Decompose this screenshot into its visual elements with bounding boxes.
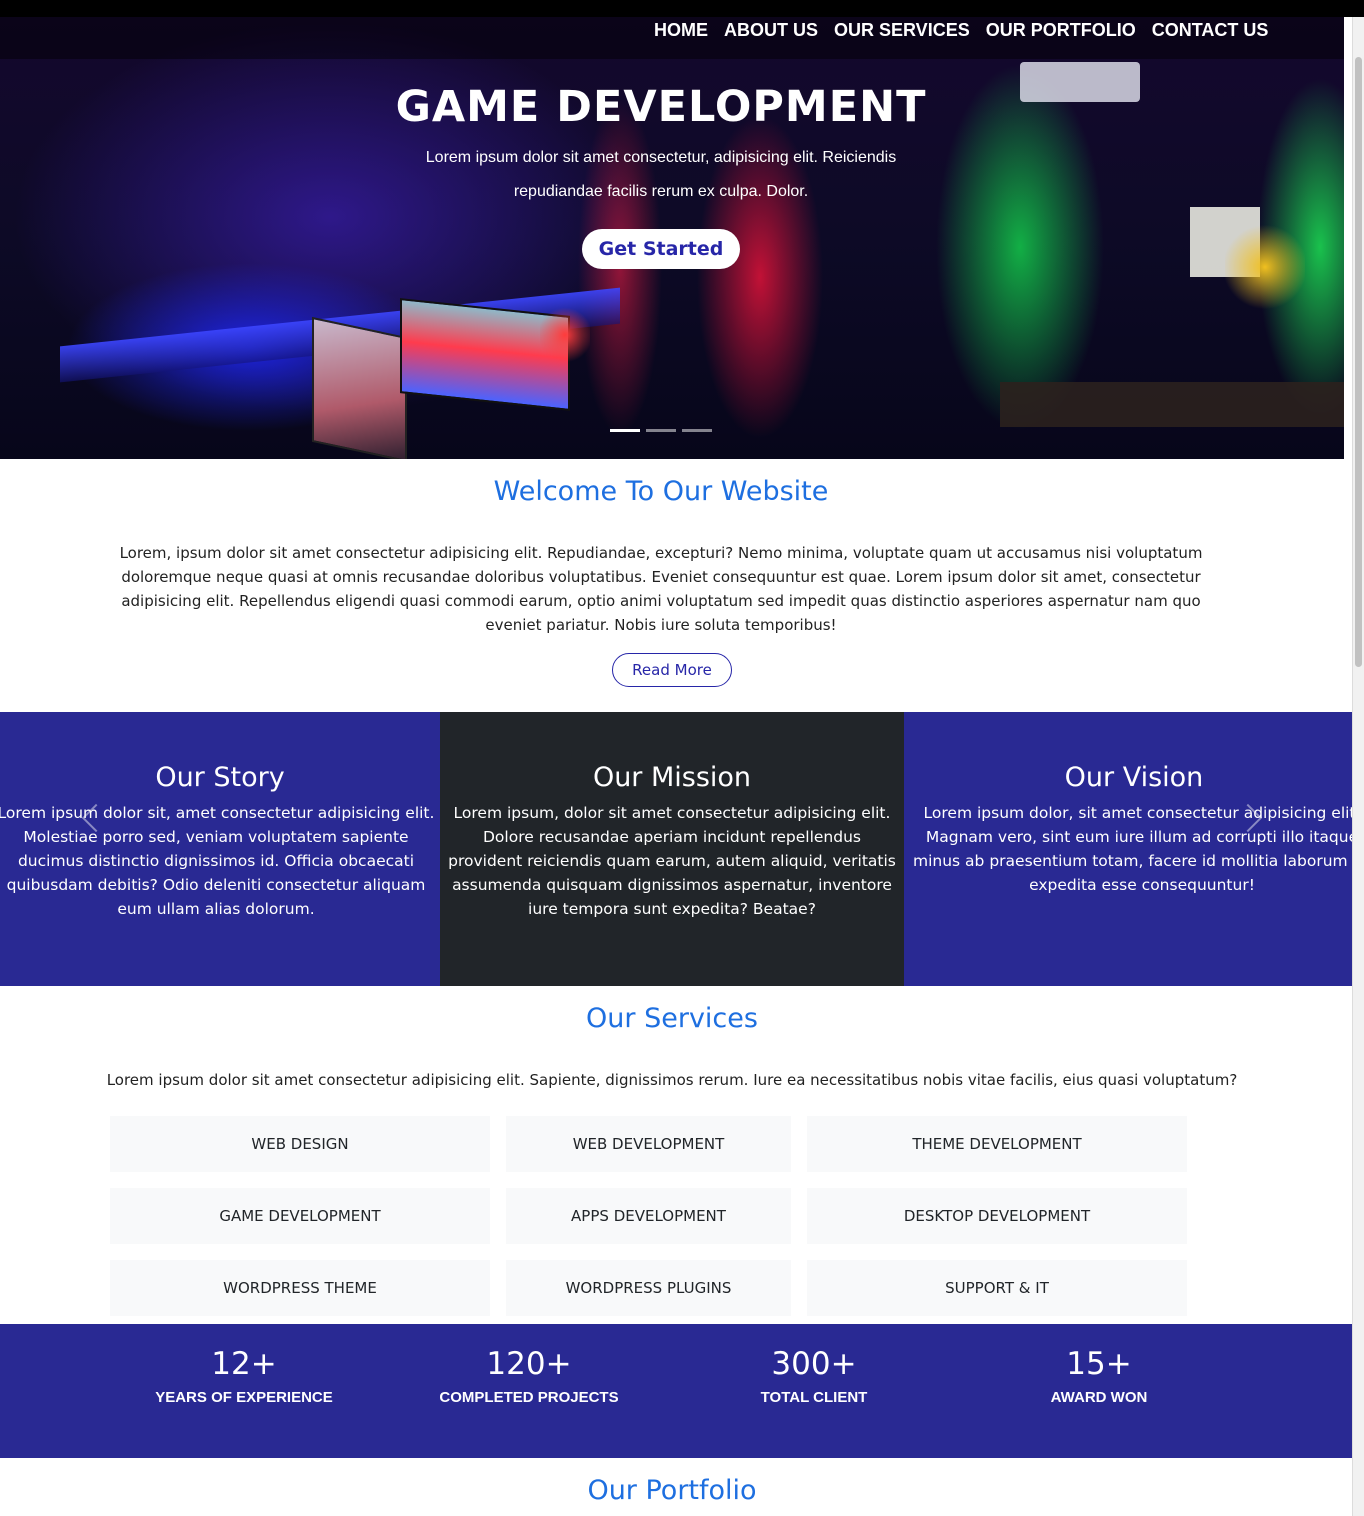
get-started-button[interactable]: Get Started [582, 229, 740, 269]
our-mission-text: Lorem ipsum, dolor sit amet consectetur … [448, 804, 896, 918]
our-story-text: Lorem ipsum dolor sit, amet consectetur … [0, 804, 435, 918]
service-wordpress-plugins[interactable]: WORDPRESS PLUGINS [506, 1260, 791, 1316]
service-web-design[interactable]: WEB DESIGN [110, 1116, 490, 1172]
welcome-title: Welcome To Our Website [493, 476, 829, 507]
page-scrollbar[interactable] [1352, 17, 1364, 1516]
stat-experience: 12+ YEARS OF EXPERIENCE [104, 1324, 384, 1406]
nav-about-us[interactable]: ABOUT US [724, 19, 818, 41]
portfolio-title: Our Portfolio [587, 1475, 757, 1506]
hero-bg-flower [1225, 222, 1305, 312]
service-theme-development[interactable]: THEME DEVELOPMENT [807, 1116, 1187, 1172]
stat-value: 15+ [1066, 1346, 1132, 1382]
welcome-text: Lorem, ipsum dolor sit amet consectetur … [119, 544, 1203, 634]
services-title: Our Services [586, 1003, 758, 1034]
stat-label: TOTAL CLIENT [760, 1389, 868, 1406]
service-apps-development[interactable]: APPS DEVELOPMENT [506, 1188, 791, 1244]
hero-description: Lorem ipsum dolor sit amet consectetur, … [425, 149, 897, 200]
our-mission-title: Our Mission [592, 762, 752, 793]
stat-projects: 120+ COMPLETED PROJECTS [389, 1324, 669, 1406]
nav-our-portfolio[interactable]: OUR PORTFOLIO [986, 19, 1136, 41]
our-story-title: Our Story [155, 762, 285, 793]
our-vision-title: Our Vision [1064, 762, 1204, 793]
service-desktop-development[interactable]: DESKTOP DEVELOPMENT [807, 1188, 1187, 1244]
our-mission-panel: Our Mission Lorem ipsum, dolor sit amet … [440, 712, 904, 986]
top-bar [0, 0, 1364, 17]
stats-section: 12+ YEARS OF EXPERIENCE 120+ COMPLETED P… [0, 1324, 1364, 1458]
service-wordpress-theme[interactable]: WORDPRESS THEME [110, 1260, 490, 1316]
service-support-it[interactable]: SUPPORT & IT [807, 1260, 1187, 1316]
stat-label: COMPLETED PROJECTS [439, 1389, 619, 1406]
stat-label: AWARD WON [1050, 1389, 1148, 1406]
nav-our-services[interactable]: OUR SERVICES [834, 19, 970, 41]
stat-value: 300+ [771, 1346, 857, 1382]
stat-awards: 15+ AWARD WON [959, 1324, 1239, 1406]
our-story-panel: Our Story Lorem ipsum dolor sit, amet co… [0, 712, 440, 986]
carousel-indicator-3[interactable] [682, 429, 712, 432]
nav-home[interactable]: HOME [654, 19, 708, 41]
carousel-indicator-2[interactable] [646, 429, 676, 432]
carousel-indicators [610, 429, 712, 432]
stat-value: 12+ [211, 1346, 277, 1382]
stat-label: YEARS OF EXPERIENCE [155, 1389, 333, 1406]
hero-bg-plant [540, 305, 590, 365]
our-vision-panel: Our Vision Lorem ipsum dolor, sit amet c… [904, 712, 1364, 986]
stat-value: 120+ [486, 1346, 572, 1382]
service-game-development[interactable]: GAME DEVELOPMENT [110, 1188, 490, 1244]
service-web-development[interactable]: WEB DEVELOPMENT [506, 1116, 791, 1172]
services-text: Lorem ipsum dolor sit amet consectetur a… [106, 1071, 1238, 1089]
read-more-button[interactable]: Read More [612, 653, 732, 687]
hero-bg-monitor-left [312, 316, 407, 459]
scrollbar-thumb[interactable] [1355, 57, 1362, 667]
hero-bg-desk-right [1000, 382, 1344, 427]
hero-title: GAME DEVELOPMENT [395, 82, 927, 132]
our-vision-text: Lorem ipsum dolor, sit amet consectetur … [913, 804, 1364, 894]
stat-clients: 300+ TOTAL CLIENT [674, 1324, 954, 1406]
nav-contact-us[interactable]: CONTACT US [1152, 19, 1269, 41]
main-navigation: HOME ABOUT US OUR SERVICES OUR PORTFOLIO… [654, 19, 1284, 41]
carousel-indicator-1[interactable] [610, 429, 640, 432]
